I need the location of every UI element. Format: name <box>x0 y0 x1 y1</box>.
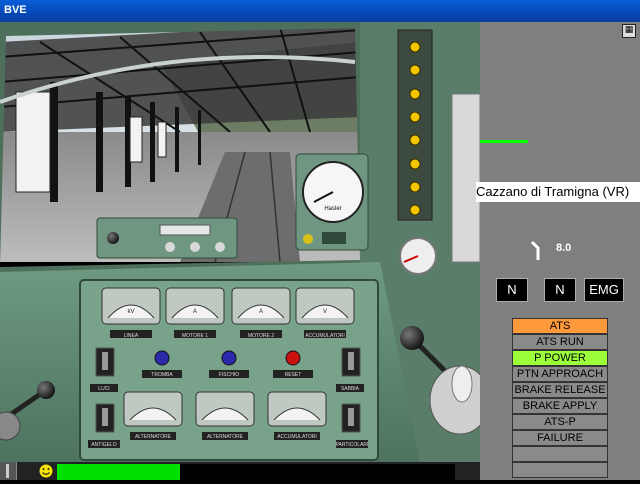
tromba-button <box>154 350 170 366</box>
reset-button <box>285 350 301 366</box>
fischio-label: FISCHIO <box>219 372 239 378</box>
indicator-ats: ATS <box>512 318 608 334</box>
smiley-icon <box>38 463 54 479</box>
indicator-ptn-approach: PTN APPROACH <box>512 366 608 382</box>
indicator-ats-p: ATS-P <box>512 414 608 430</box>
gauge-unit-linea: kV <box>127 309 134 315</box>
station-name: Cazzano di Tramigna (VR) <box>476 182 640 202</box>
close-icon[interactable]: ▦ <box>622 24 636 38</box>
indicator-p-power: P POWER <box>512 350 608 366</box>
gauge-unit-motore-2: A <box>259 309 263 315</box>
power-notch-display: N <box>544 278 576 302</box>
speedometer-brand: Hasler <box>324 206 341 212</box>
progress-track <box>57 464 455 480</box>
signal-bar <box>480 140 528 143</box>
brake-notch-display: EMG <box>584 278 624 302</box>
scroll-handle-icon[interactable] <box>0 462 17 480</box>
alternatore-1-label: ALTERNATORE <box>135 434 172 440</box>
indicator-failure: FAILURE <box>512 430 608 446</box>
gauge-label-linea: LINEA <box>124 333 139 339</box>
tromba-label: TROMBA <box>151 372 173 378</box>
cab-view: Hasler kV A A V LINEA MOTORE 1 MOTORE 2 <box>0 22 480 462</box>
hud-panel: ▦ Cazzano di Tramigna (VR) 8.0 N N EMG A… <box>476 22 640 480</box>
gauge-unit-accumulatori: V <box>323 309 327 315</box>
accumulatori-bottom-label: ACCUMULATORI <box>277 434 317 440</box>
indicator-blank-1 <box>512 446 608 462</box>
alternatore-2-label: ALTERNATORE <box>207 434 244 440</box>
indicator-ats-run: ATS RUN <box>512 334 608 350</box>
reset-label: RESET <box>285 372 302 378</box>
indicator-brake-release: BRAKE RELEASE <box>512 382 608 398</box>
gauge-label-motore-2: MOTORE 2 <box>248 333 274 339</box>
reverser-display: N <box>496 278 528 302</box>
status-bar <box>0 462 480 480</box>
sabbia-label: SABBIA <box>341 386 360 392</box>
antigelo-label: ANTIGELO <box>91 442 116 448</box>
window-title: BVE <box>4 4 27 16</box>
indicator-brake-apply: BRAKE APPLY <box>512 398 608 414</box>
gauge-unit-motore-1: A <box>193 309 197 315</box>
fischio-button <box>221 350 237 366</box>
progress-fill <box>57 464 180 480</box>
particolari-label: PARTICOLARI <box>336 442 369 448</box>
indicator-blank-2 <box>512 462 608 478</box>
speed-limit-value: 8.0 <box>556 242 572 254</box>
gauge-label-motore-1: MOTORE 1 <box>182 333 208 339</box>
speed-limit-icon <box>530 240 546 262</box>
cab-scene: Hasler kV A A V LINEA MOTORE 1 MOTORE 2 <box>0 22 480 462</box>
luci-label: LUCI <box>98 386 109 392</box>
title-bar[interactable]: BVE <box>0 0 640 23</box>
gauge-label-accumulatori: ACCUMULATORI <box>305 333 345 339</box>
